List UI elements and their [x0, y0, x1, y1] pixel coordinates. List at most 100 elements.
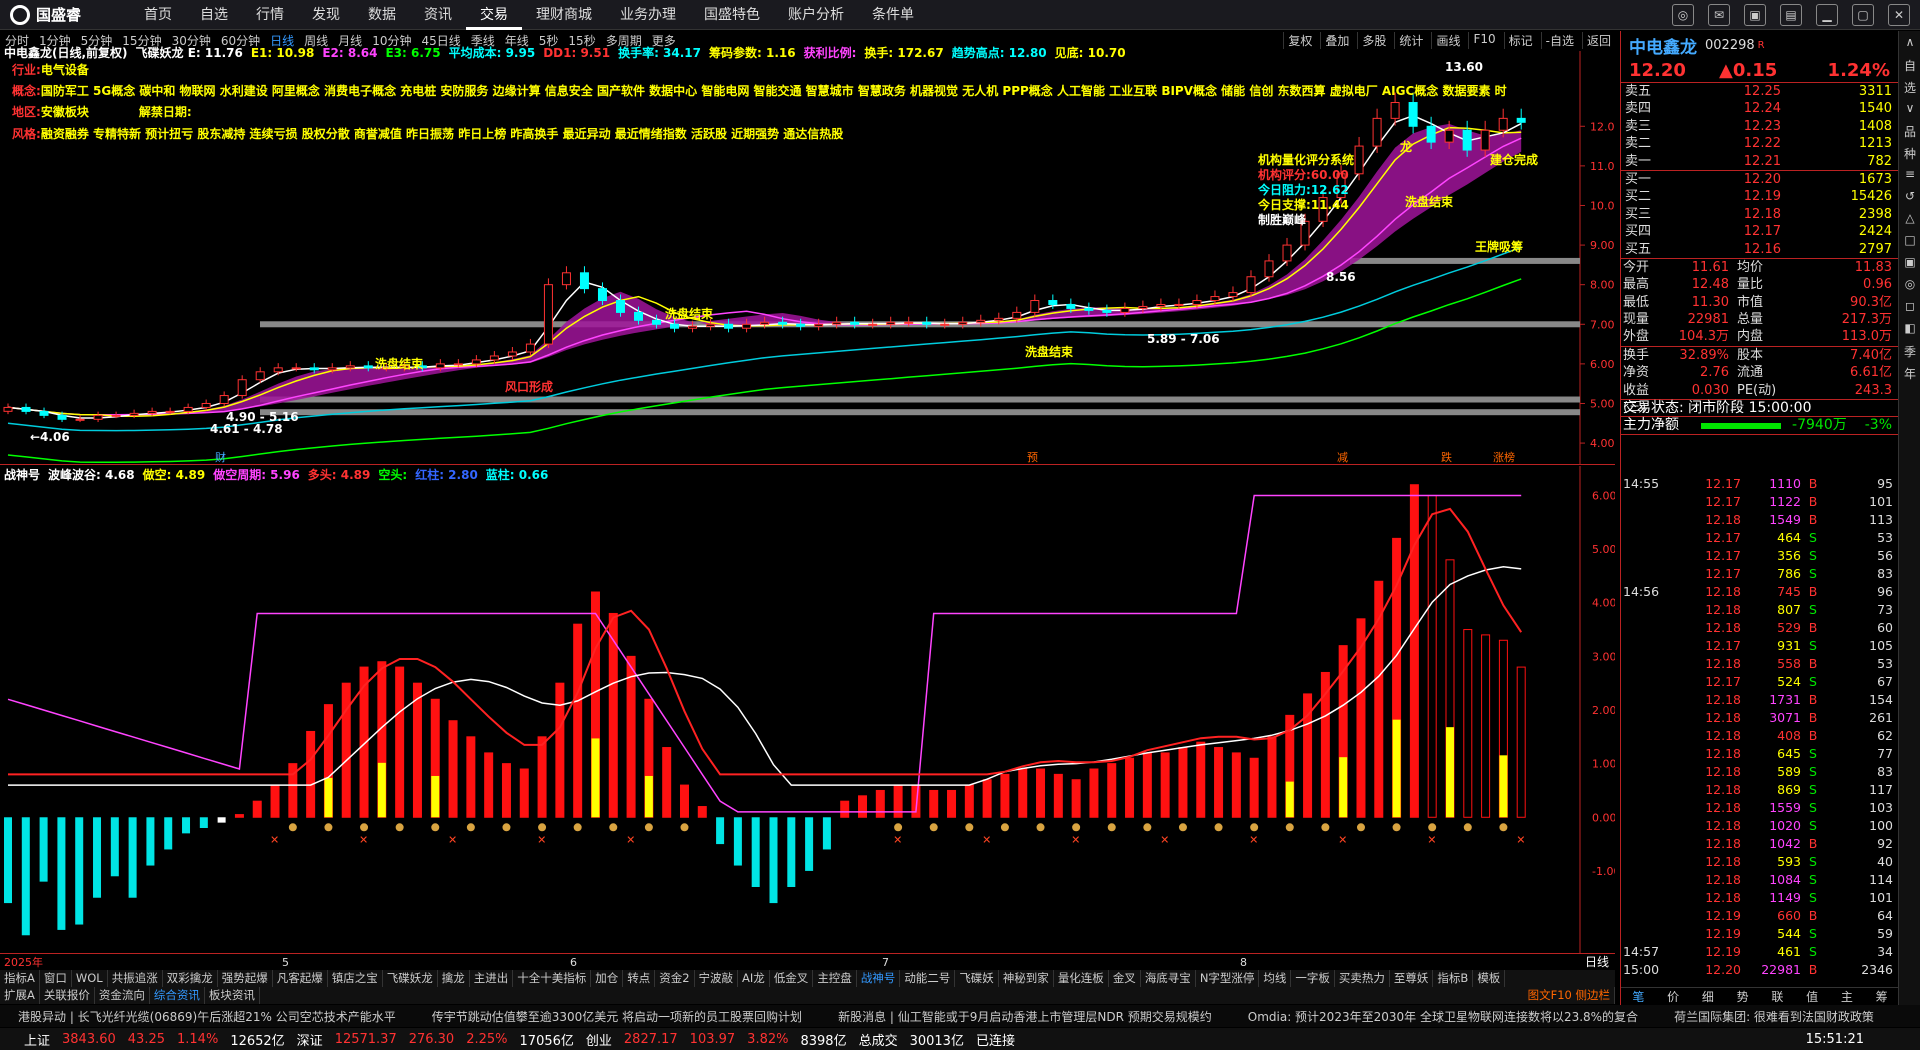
quote-tab-4[interactable]: 联 [1760, 988, 1795, 1005]
indicator-tab-10[interactable]: 主进出 [470, 970, 514, 987]
indicator-tab-15[interactable]: 宁波敲 [695, 970, 739, 987]
sidebar-button-0[interactable]: ∧ [1900, 35, 1920, 53]
indicator-tab-24[interactable]: 金叉 [1109, 970, 1141, 987]
quote-tab-5[interactable]: 值 [1795, 988, 1830, 1005]
indicator-tab-9[interactable]: 擒龙 [438, 970, 470, 987]
minimize-icon[interactable]: ▁ [1816, 4, 1838, 26]
indicator-tab-1[interactable]: 窗口 [40, 970, 72, 987]
indicator-tab-16[interactable]: AI龙 [738, 970, 770, 987]
maximize-icon[interactable]: ▢ [1852, 4, 1874, 26]
indicator-tab-21[interactable]: 飞碟妖 [955, 970, 999, 987]
indicator-tab-11[interactable]: 十全十美指标 [513, 970, 592, 987]
menu-item-1[interactable]: 自选 [186, 0, 242, 30]
indicator-tab-14[interactable]: 资金2 [655, 970, 695, 987]
menu-item-6[interactable]: 交易 [466, 0, 522, 30]
sidebar-button-12[interactable]: ◻ [1900, 299, 1920, 317]
quote-tab-1[interactable]: 价 [1656, 988, 1691, 1005]
ext-tab-2[interactable]: 资金流向 [95, 987, 150, 1004]
indicator-tab-7[interactable]: 镇店之宝 [328, 970, 383, 987]
news-item[interactable]: 荷兰国际集团: 很难看到法国财政政策 [1656, 1008, 1892, 1025]
quote-tab-7[interactable]: 筹 [1864, 988, 1899, 1005]
sidebar-button-15[interactable]: 年 [1900, 365, 1920, 383]
f10-sidebar-tab[interactable]: 图文F10 侧边栏 [1524, 987, 1615, 1004]
indicator-tab-29[interactable]: 买卖热力 [1335, 970, 1390, 987]
chat-icon[interactable]: ◎ [1672, 4, 1694, 26]
sidebar-button-3[interactable]: ∨ [1900, 101, 1920, 119]
sidebar-button-7[interactable]: ↺ [1900, 189, 1920, 207]
main-kline-chart[interactable]: 12.00 11.00 10.00 9.00 8.00 7.00 6.00 5.00 4.00 1… [0, 46, 1622, 465]
chart-tool-7[interactable]: -自选 [1540, 32, 1578, 49]
indicator-tab-5[interactable]: 强势起爆 [218, 970, 273, 987]
ext-tab-0[interactable]: 扩展A [0, 987, 40, 1004]
chart-tool-0[interactable]: 复权 [1283, 32, 1316, 49]
ext-tab-4[interactable]: 板块资讯 [205, 987, 260, 1004]
indicator-tab-26[interactable]: N字型涨停 [1196, 970, 1260, 987]
sidebar-button-13[interactable]: ◧ [1900, 321, 1920, 339]
chart-tool-4[interactable]: 画线 [1431, 32, 1464, 49]
indicator-tab-4[interactable]: 双彩擒龙 [163, 970, 218, 987]
indicator-tab-30[interactable]: 至尊妖 [1390, 970, 1434, 987]
ext-tab-3[interactable]: 综合资讯 [150, 987, 205, 1004]
news-item[interactable]: 新股消息 | 仙工智能或于9月启动香港上市管理层NDR 预期交易规模约 [820, 1008, 1230, 1025]
sidebar-button-4[interactable]: 品 [1900, 123, 1920, 141]
indicator-tab-31[interactable]: 指标B [1433, 970, 1474, 987]
menu-item-11[interactable]: 条件单 [858, 0, 928, 30]
sidebar-button-11[interactable]: ◎ [1900, 277, 1920, 295]
chart-tool-3[interactable]: 统计 [1394, 32, 1427, 49]
indicator-tab-20[interactable]: 动能二号 [900, 970, 956, 987]
sidebar-button-9[interactable]: □ [1900, 233, 1920, 251]
menu-item-3[interactable]: 发现 [298, 0, 354, 30]
menu-item-9[interactable]: 国盛特色 [690, 0, 774, 30]
menu-item-8[interactable]: 业务办理 [606, 0, 690, 30]
sidebar-button-8[interactable]: △ [1900, 211, 1920, 229]
indicator-tab-32[interactable]: 模板 [1473, 970, 1506, 987]
quote-tab-6[interactable]: 主 [1830, 988, 1865, 1005]
indicator-tab-13[interactable]: 转点 [623, 970, 656, 987]
sidebar-button-10[interactable]: ▣ [1900, 255, 1920, 273]
stock-name[interactable]: 中电鑫龙 [1629, 33, 1697, 58]
event-marker[interactable]: 跌 [1441, 450, 1452, 464]
indicator-tab-25[interactable]: 海底寻宝 [1141, 970, 1196, 987]
close-icon[interactable]: ✕ [1888, 4, 1910, 26]
quote-tab-2[interactable]: 细 [1691, 988, 1726, 1005]
layout-icon[interactable]: ▤ [1780, 4, 1802, 26]
event-marker[interactable]: 预 [1027, 451, 1038, 464]
menu-item-4[interactable]: 数据 [354, 0, 410, 30]
indicator-tab-27[interactable]: 均线 [1259, 970, 1292, 987]
indicator-tab-22[interactable]: 神秘到家 [999, 970, 1054, 987]
menu-item-0[interactable]: 首页 [130, 0, 186, 30]
quote-tab-3[interactable]: 势 [1725, 988, 1760, 1005]
menu-item-2[interactable]: 行情 [242, 0, 298, 30]
indicator-tab-8[interactable]: 飞碟妖龙 [383, 970, 438, 987]
chart-tool-1[interactable]: 叠加 [1320, 32, 1353, 49]
sidebar-button-2[interactable]: 选 [1900, 79, 1920, 97]
chart-tool-2[interactable]: 多股 [1357, 32, 1390, 49]
event-marker[interactable]: 减 [1337, 451, 1348, 464]
news-item[interactable]: Omdia: 预计2023年至2030年 全球卫星物联网连接数将以23.8%的复… [1230, 1008, 1656, 1025]
indicator-tab-17[interactable]: 低金叉 [770, 970, 814, 987]
message-icon[interactable]: ✉ [1708, 4, 1730, 26]
tick-list[interactable]: 14:55 12.17 1110 B 95 12.17 1122 B 101 12.18 1549 B… [1621, 475, 1899, 979]
sidebar-button-14[interactable]: 季 [1900, 343, 1920, 361]
sub-indicator-chart[interactable]: 6.00 5.00 4.00 3.00 2.00 1.00 0.00 -1.00 ✕ ✕ ✕ ✕ ✕ ✕ ✕… [0, 466, 1620, 954]
skin-icon[interactable]: ▣ [1744, 4, 1766, 26]
indicator-tab-2[interactable]: WOL [72, 970, 108, 987]
menu-item-7[interactable]: 理财商城 [522, 0, 606, 30]
chart-tool-6[interactable]: 标记 [1503, 32, 1537, 49]
chart-tool-5[interactable]: F10 [1468, 32, 1499, 49]
news-item[interactable]: 港股异动 | 长飞光纤光缆(06869)午后涨超21% 公司空芯技术产能水平 [0, 1008, 414, 1025]
event-marker[interactable]: 涨榜 [1493, 450, 1515, 464]
quote-tab-0[interactable]: 笔 [1621, 988, 1656, 1005]
indicator-tab-18[interactable]: 主控盘 [813, 970, 857, 987]
ext-tab-1[interactable]: 关联报价 [40, 987, 95, 1004]
chart-tool-8[interactable]: 返回 [1581, 32, 1615, 49]
menu-item-10[interactable]: 账户分析 [774, 0, 858, 30]
sidebar-button-6[interactable]: ≡ [1900, 167, 1920, 185]
sidebar-button-5[interactable]: 种 [1900, 145, 1920, 163]
indicator-tab-23[interactable]: 量化连板 [1054, 970, 1109, 987]
menu-item-5[interactable]: 资讯 [410, 0, 466, 30]
indicator-tab-19[interactable]: 战神号 [857, 970, 901, 987]
app-logo[interactable]: 国盛睿 [0, 4, 130, 25]
indicator-tab-28[interactable]: 一字板 [1291, 970, 1335, 987]
indicator-tab-3[interactable]: 共振追涨 [108, 970, 163, 987]
